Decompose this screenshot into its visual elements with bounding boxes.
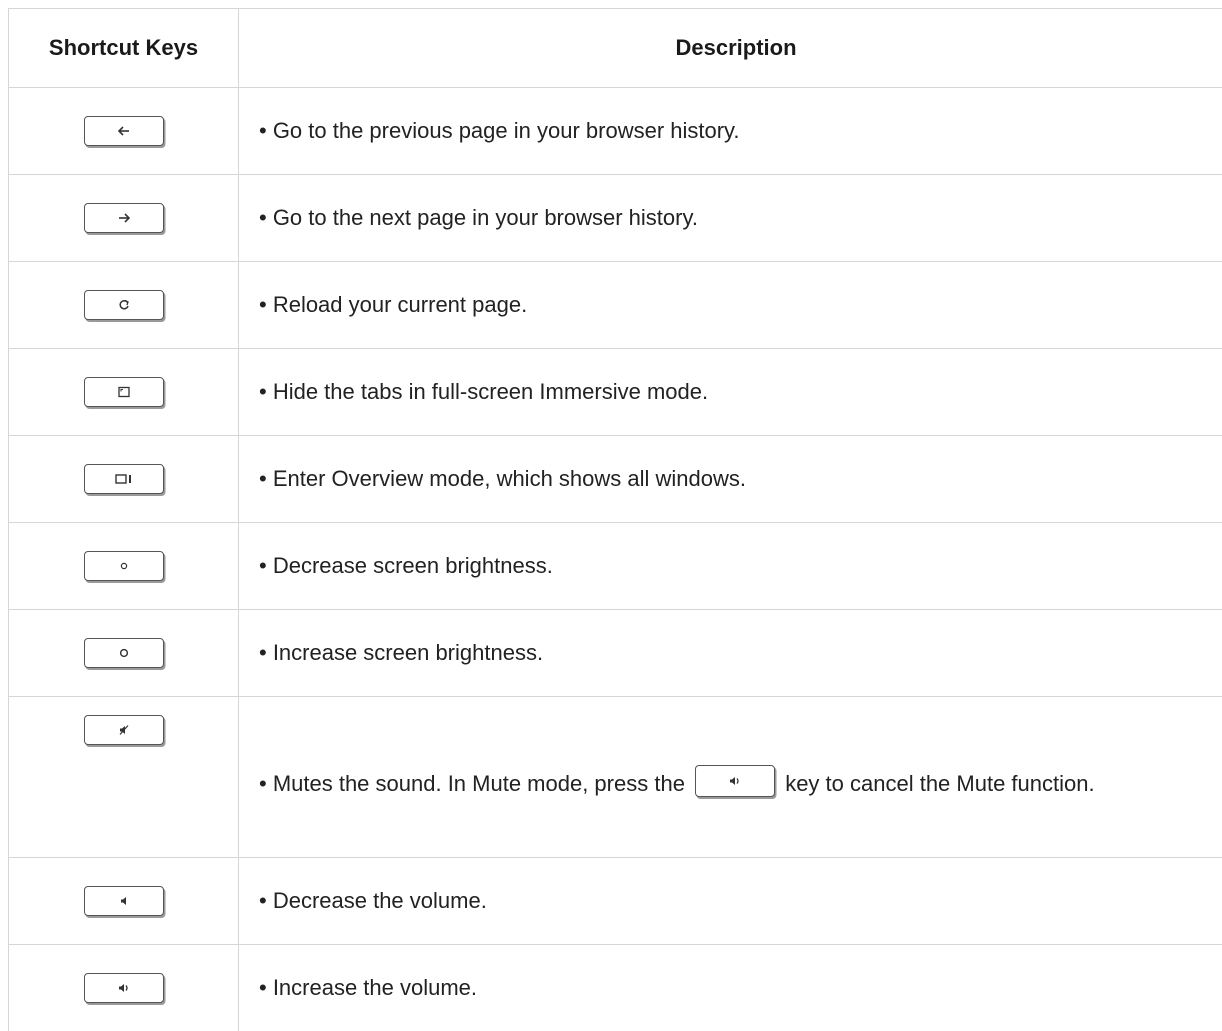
keycap-brightness-down <box>84 551 164 581</box>
description-cell: • Mutes the sound. In Mute mode, press t… <box>239 697 1222 858</box>
table-row: • Hide the tabs in full-screen Immersive… <box>9 349 1222 436</box>
description-cell: • Hide the tabs in full-screen Immersive… <box>239 349 1222 436</box>
table-row: • Go to the previous page in your browse… <box>9 88 1222 175</box>
inline-keycap-volume-up <box>695 765 775 797</box>
key-cell <box>9 523 239 610</box>
description-cell: • Go to the previous page in your browse… <box>239 88 1222 175</box>
keycap-brightness-up <box>84 638 164 668</box>
keycap-volume-down <box>84 886 164 916</box>
brightness-up-icon <box>118 647 130 659</box>
table-row: • Enter Overview mode, which shows all w… <box>9 436 1222 523</box>
description-cell: • Increase screen brightness. <box>239 610 1222 697</box>
table-row: • Increase screen brightness. <box>9 610 1222 697</box>
key-cell <box>9 88 239 175</box>
keycap-mute <box>84 715 164 745</box>
volume-down-icon <box>118 895 130 907</box>
keycap-back <box>84 116 164 146</box>
keycap-volume-up <box>84 973 164 1003</box>
key-cell <box>9 175 239 262</box>
shortcut-keys-table: Shortcut Keys Description • Go to the pr… <box>8 8 1222 1031</box>
header-description: Description <box>239 9 1222 88</box>
fullscreen-icon <box>118 387 130 398</box>
table-row: • Reload your current page. <box>9 262 1222 349</box>
description-cell: • Increase the volume. <box>239 945 1222 1031</box>
keycap-overview <box>84 464 164 494</box>
header-shortcut-keys: Shortcut Keys <box>9 9 239 88</box>
overview-icon <box>115 474 133 484</box>
mute-icon <box>118 724 130 736</box>
key-cell <box>9 349 239 436</box>
key-cell <box>9 858 239 945</box>
description-cell: • Enter Overview mode, which shows all w… <box>239 436 1222 523</box>
key-cell <box>9 436 239 523</box>
description-cell: • Go to the next page in your browser hi… <box>239 175 1222 262</box>
reload-icon <box>118 299 130 311</box>
table-row: • Decrease screen brightness. <box>9 523 1222 610</box>
table-row: • Increase the volume. <box>9 945 1222 1031</box>
keycap-fullscreen <box>84 377 164 407</box>
description-cell: • Reload your current page. <box>239 262 1222 349</box>
table-row: • Mutes the sound. In Mute mode, press t… <box>9 697 1222 858</box>
key-cell <box>9 262 239 349</box>
keycap-reload <box>84 290 164 320</box>
description-cell: • Decrease screen brightness. <box>239 523 1222 610</box>
mute-description-start: • Mutes the sound. In Mute mode, press t… <box>259 771 685 796</box>
back-arrow-icon <box>117 125 131 137</box>
key-cell <box>9 610 239 697</box>
brightness-down-icon <box>119 561 129 571</box>
description-cell: • Decrease the volume. <box>239 858 1222 945</box>
keycap-forward <box>84 203 164 233</box>
forward-arrow-icon <box>117 212 131 224</box>
mute-description-end: key to cancel the Mute function. <box>785 771 1094 796</box>
table-row: • Decrease the volume. <box>9 858 1222 945</box>
key-cell <box>9 697 239 858</box>
key-cell <box>9 945 239 1031</box>
table-row: • Go to the next page in your browser hi… <box>9 175 1222 262</box>
volume-up-icon <box>728 775 742 787</box>
volume-up-icon <box>117 982 131 994</box>
table-header-row: Shortcut Keys Description <box>9 9 1222 88</box>
